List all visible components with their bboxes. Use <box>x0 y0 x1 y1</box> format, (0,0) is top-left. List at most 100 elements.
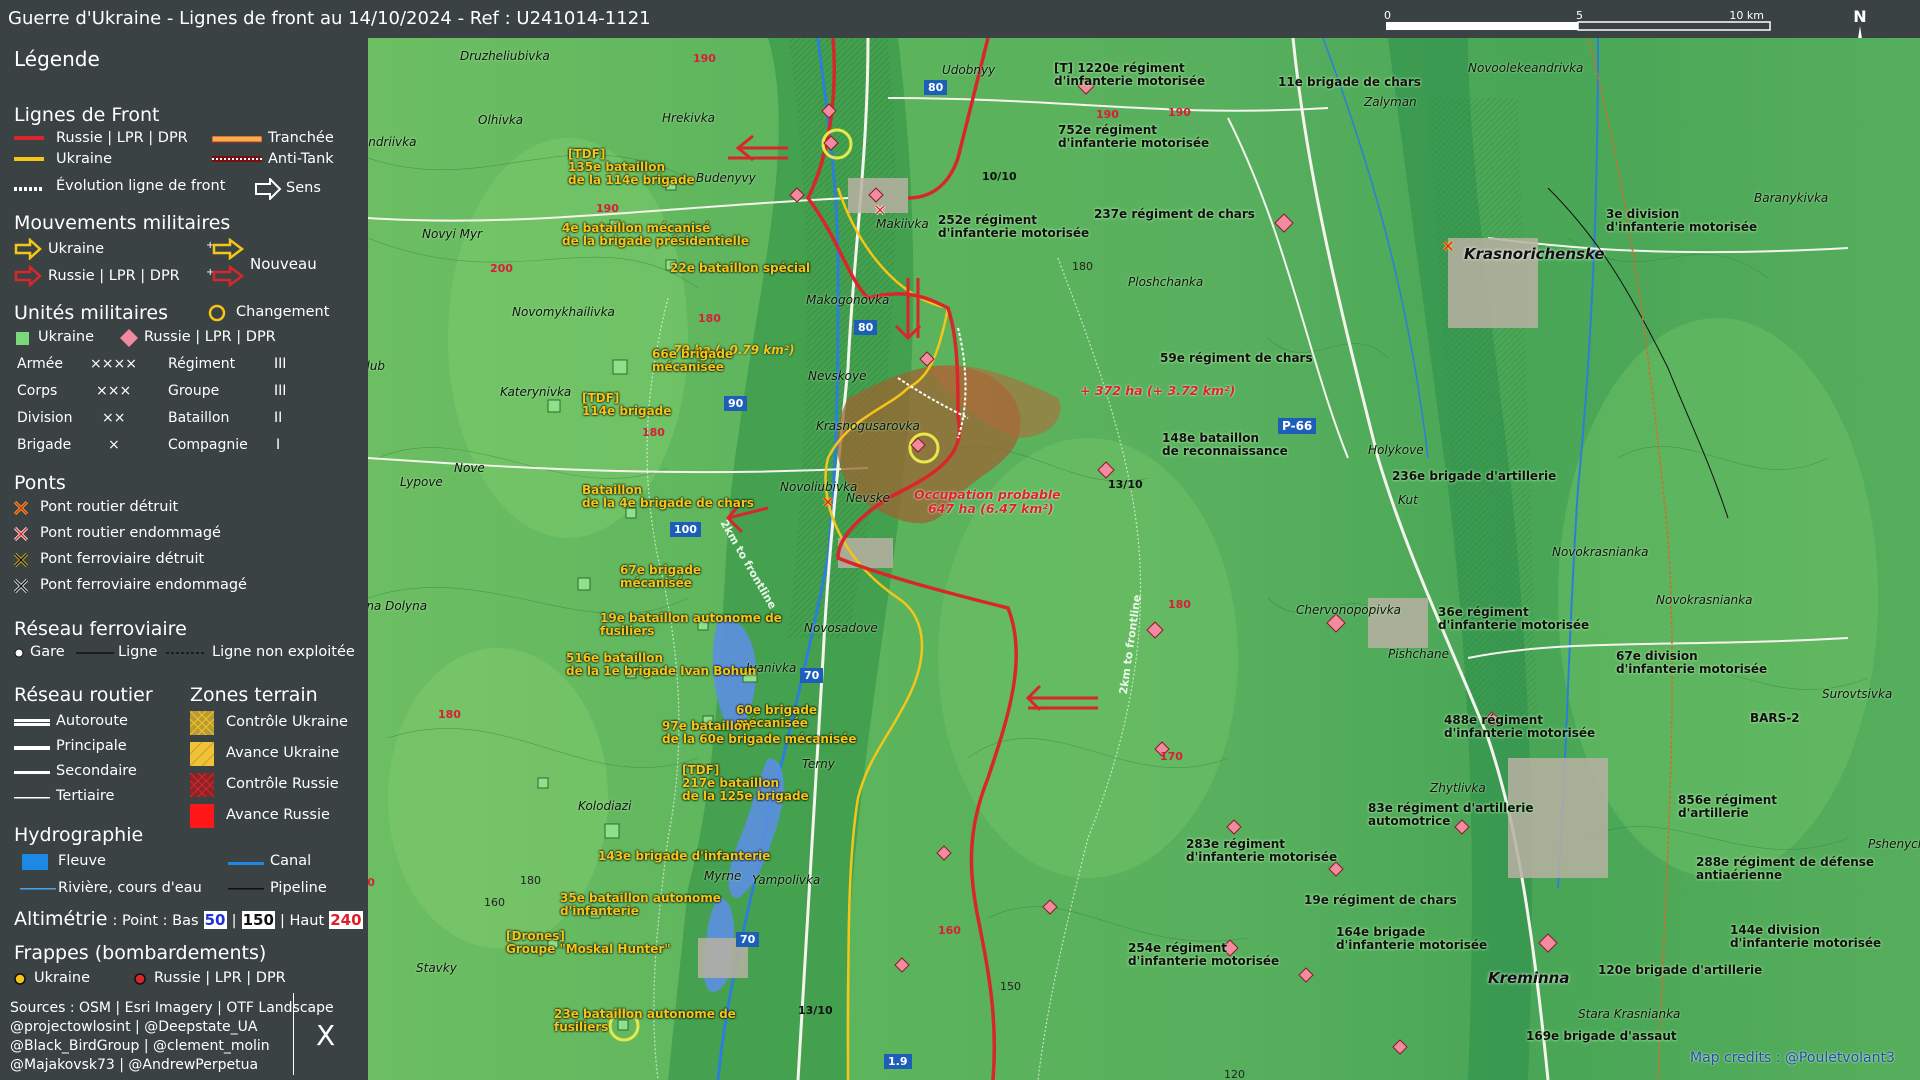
ukraine-new-arrow-icon: + <box>206 238 245 260</box>
change-date-label: 10/10 <box>982 170 1017 183</box>
altitude-label: 180 <box>642 426 665 439</box>
front-evolution-label: Évolution ligne de front <box>56 178 226 194</box>
town-label: Surovtsivka <box>1822 687 1893 701</box>
unit-size-brigade-symbol: × <box>108 437 120 453</box>
ukraine-unit-label[interactable]: Bataillon de la 4e brigade de chars <box>582 484 754 510</box>
units-ukraine-label: Ukraine <box>38 329 94 345</box>
russia-unit-label[interactable]: 67e division d'infanterie motorisée <box>1616 650 1767 676</box>
russia-unit-label[interactable]: 59e régiment de chars <box>1160 352 1313 365</box>
map-canvas[interactable]: - 79 ha (- 0.79 km²) + 372 ha (+ 3.72 km… <box>368 38 1920 1080</box>
road-label-4: Tertiaire <box>56 788 115 804</box>
town-label: Kolodiazi <box>578 799 632 813</box>
altimetry-high: 240 <box>329 911 363 929</box>
ukraine-unit-label[interactable]: 97e bataillon de la 60e brigade mécanisé… <box>662 720 856 746</box>
ukraine-unit-label[interactable]: [TDF] 114e brigade <box>582 392 671 418</box>
unit-size-brigade: Brigade <box>17 437 72 453</box>
rail-heading: Réseau ferroviaire <box>14 618 187 640</box>
russia-unit-label[interactable]: [T] 1220e régiment d'infanterie motorisé… <box>1054 62 1205 88</box>
sources-line-3: @Black_BirdGroup | @clement_molin <box>10 1038 270 1054</box>
altitude-label: 160 <box>938 924 961 937</box>
town-label: Holykove <box>1368 443 1424 457</box>
altitude-label: 190 <box>693 52 716 65</box>
russia-move-arrow-icon <box>14 265 42 287</box>
russia-unit-label[interactable]: 254e régiment d'infanterie motorisée <box>1128 942 1279 968</box>
bridge-label-4: Pont ferroviaire endommagé <box>40 577 247 593</box>
russia-unit-label[interactable]: 236e brigade d'artillerie <box>1392 470 1556 483</box>
russia-unit-label[interactable]: 19e régiment de chars <box>1304 894 1457 907</box>
unit-size-battalion: Bataillon <box>168 410 230 426</box>
town-label: Nevskoye <box>808 369 867 383</box>
ukraine-unit-label[interactable]: [TDF] 135e bataillon de la 114e brigade <box>568 148 695 187</box>
unit-size-group-symbol: III <box>274 383 287 399</box>
altimetry-heading: Altimétrie <box>14 908 108 930</box>
russia-unit-label[interactable]: 148e bataillon de reconnaissance <box>1162 432 1288 458</box>
zone-russia-advance-swatch <box>190 804 214 828</box>
hydro-stream-label: Rivière, cours d'eau <box>58 880 202 896</box>
rail-bridge-damaged-icon <box>14 579 28 593</box>
front-direction-label: Sens <box>286 180 321 196</box>
russia-unit-label[interactable]: 36e régiment d'infanterie motorisée <box>1438 606 1589 632</box>
unit-size-regiment: Régiment <box>168 356 236 372</box>
town-label: Katerynivka <box>500 385 572 399</box>
altitude-label: 160 <box>484 896 505 909</box>
russia-unit-label[interactable]: 11e brigade de chars <box>1278 76 1421 89</box>
ukraine-unit-label[interactable]: 67e brigade mécanisée <box>620 564 701 590</box>
town-label: Ploshchanka <box>1128 275 1204 289</box>
ukraine-unit-label[interactable]: 23e bataillon autonome de fusiliers <box>554 1008 736 1034</box>
ukraine-unit-label[interactable]: [TDF] 217e bataillon de la 125e brigade <box>682 764 809 803</box>
town-label: Nove <box>454 461 485 475</box>
ukraine-unit-label[interactable]: 516e bataillon de la 1e brigade Ivan Boh… <box>566 652 756 678</box>
town-label: Novomykhailivka <box>512 305 615 319</box>
altimetry-high-label: | Haut <box>279 913 325 929</box>
zone-ukraine-advance-swatch <box>190 742 214 766</box>
russia-unit-label[interactable]: 164e brigade d'infanterie motorisée <box>1336 926 1487 952</box>
russia-unit-label[interactable]: 144e division d'infanterie motorisée <box>1730 924 1881 950</box>
unit-size-battalion-symbol: II <box>274 410 283 426</box>
units-russia-label: Russie | LPR | DPR <box>144 329 276 345</box>
russia-unit-label[interactable]: 283e régiment d'infanterie motorisée <box>1186 838 1337 864</box>
russia-unit-label[interactable]: 120e brigade d'artillerie <box>1598 964 1762 977</box>
x-logo-icon[interactable]: X <box>316 1019 335 1052</box>
altitude-label: 120 <box>1224 1068 1245 1080</box>
ukraine-unit-label[interactable]: 22e bataillon spécial <box>670 262 810 275</box>
russia-unit-label[interactable]: BARS-2 <box>1750 712 1800 725</box>
ukraine-unit-label[interactable]: [Drones] Groupe "Moskal Hunter" <box>506 930 671 956</box>
scale-bar: 0 5 10 km <box>1384 10 1771 31</box>
russia-unit-label[interactable]: 488e régiment d'infanterie motorisée <box>1444 714 1595 740</box>
road-shield: 70 <box>736 932 760 947</box>
russia-unit-label[interactable]: 3e division d'infanterie motorisée <box>1606 208 1757 234</box>
town-label: Baranykivka <box>1754 191 1829 205</box>
trench-swatch <box>212 136 262 143</box>
legend-title: Légende <box>14 47 100 71</box>
town-label: Andriivka <box>368 135 417 149</box>
russia-unit-label[interactable]: 288e régiment de défense antiaérienne <box>1696 856 1874 882</box>
russia-unit-label[interactable]: 252e régiment d'infanterie motorisée <box>938 214 1089 240</box>
ukraine-unit-label[interactable]: 66e brigade mécanisée <box>652 348 733 374</box>
strike-ukraine-label: Ukraine <box>34 970 90 986</box>
russia-unit-label[interactable]: 856e régiment d'artillerie <box>1678 794 1777 820</box>
ukraine-unit-label[interactable]: 143e brigade d'infanterie <box>598 850 770 863</box>
russia-unit-label[interactable]: 237e régiment de chars <box>1094 208 1255 221</box>
ukraine-unit-label[interactable]: 35e bataillon autonome d'infanterie <box>560 892 721 918</box>
town-label: Novokrasnianka <box>1656 593 1753 607</box>
road-highway-swatch <box>14 719 50 726</box>
rail-unused-label: Ligne non exploitée <box>212 644 355 660</box>
sources-line-4: @Majakovsk73 | @AndrewPerpetua <box>10 1057 259 1073</box>
ukraine-unit-label[interactable]: 19e bataillon autonome de fusiliers <box>600 612 782 638</box>
scale-tick-5: 5 <box>1576 10 1583 22</box>
occupation-label-1: Occupation probable <box>914 487 1061 502</box>
rail-line-swatch <box>76 652 114 654</box>
town-label: Kut <box>1398 493 1418 507</box>
sources-line-2: @projectowlosint | @Deepstate_UA <box>10 1019 258 1035</box>
road-label-3: Secondaire <box>56 763 137 779</box>
russia-unit-label[interactable]: 83e régiment d'artillerie automotrice <box>1368 802 1534 828</box>
russia-unit-label[interactable]: 169e brigade d'assaut <box>1526 1030 1677 1043</box>
ukraine-unit-label[interactable]: 4e bataillon mécanisé de la brigade prés… <box>562 222 749 248</box>
town-label: Myrne <box>704 869 742 883</box>
occupation-label-2: 647 ha (6.47 km²) <box>928 501 1054 516</box>
altitude-label: 150 <box>1000 980 1021 993</box>
russia-unit-label[interactable]: 752e régiment d'infanterie motorisée <box>1058 124 1209 150</box>
town-label: Novokrasnianka <box>1552 545 1649 559</box>
town-label: Novyi Myr <box>422 227 483 241</box>
movements-heading: Mouvements militaires <box>14 212 231 234</box>
